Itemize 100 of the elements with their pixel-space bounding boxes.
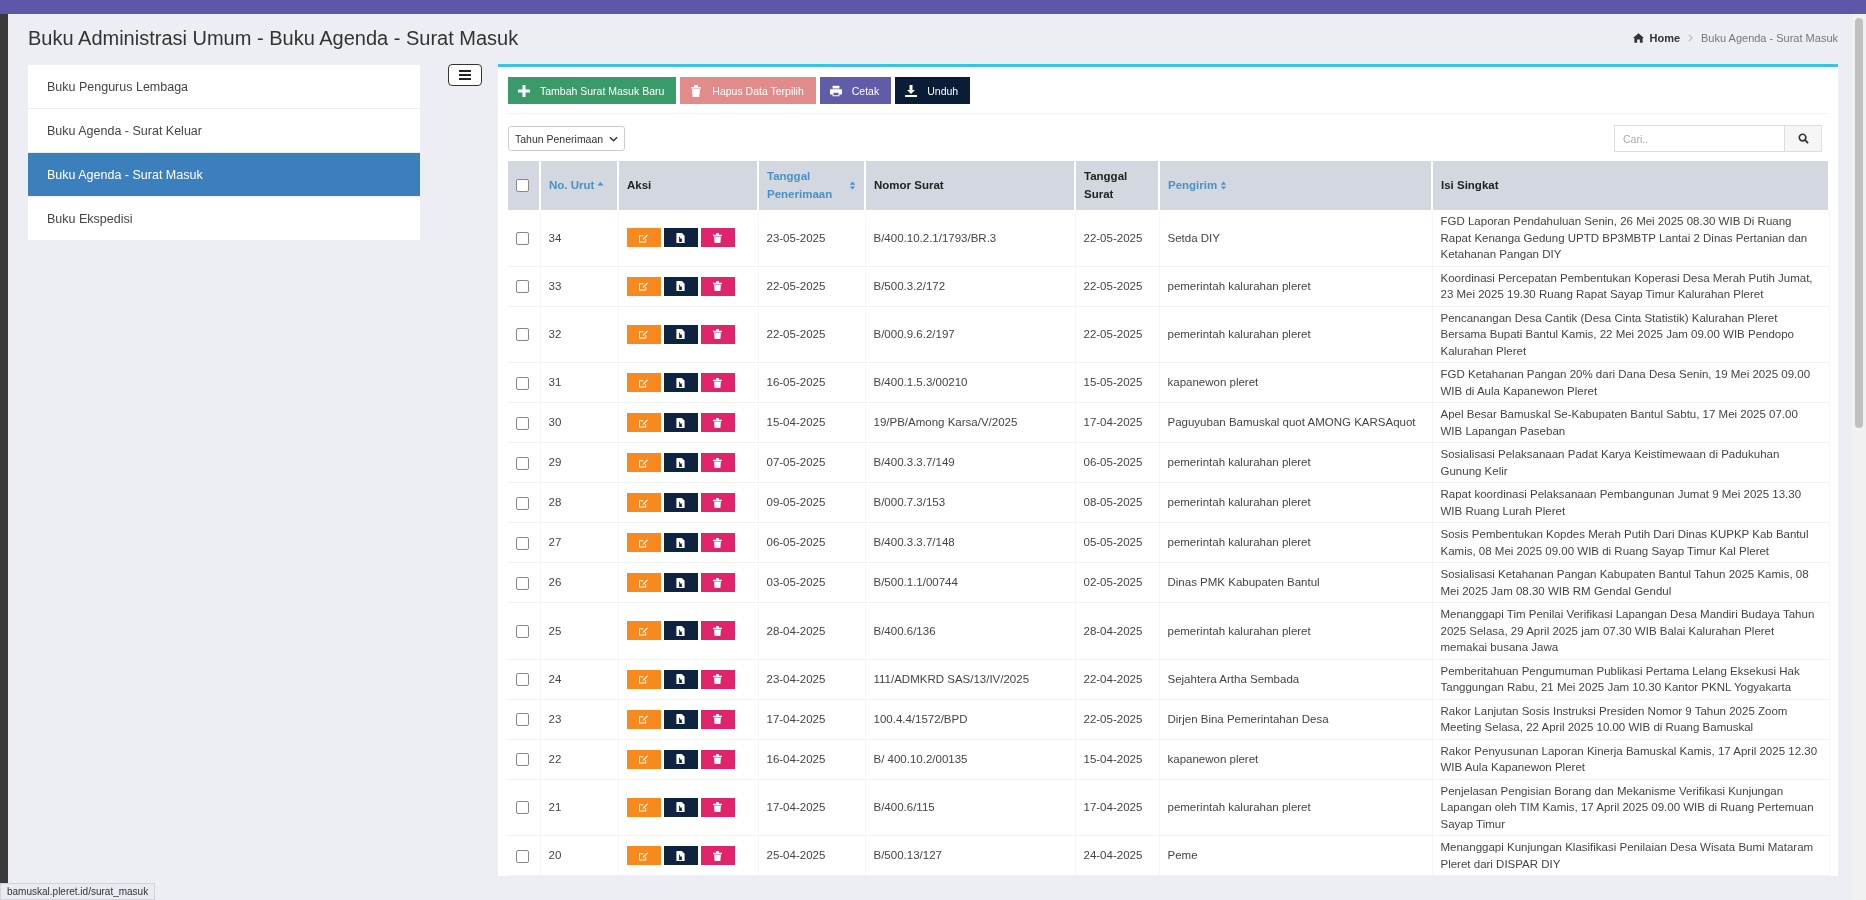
table-cell: 19/PB/Among Karsa/V/2025 [873,416,1018,429]
row-checkbox[interactable] [516,231,529,245]
document-button[interactable] [663,413,698,432]
table-cell: Dinas PMK Kabupaten Bantul [1167,576,1320,589]
delete-button[interactable] [700,228,735,248]
table-cell: 17-04-2025 [1083,416,1143,429]
row-checkbox[interactable] [516,376,529,390]
delete-button[interactable] [700,797,735,817]
sidebar-item[interactable]: Buku Pengurus Lembaga [28,64,420,108]
row-checkbox[interactable] [516,280,529,294]
table-cell: 15-05-2025 [1083,376,1143,389]
document-button[interactable] [663,533,698,552]
document-button[interactable] [663,621,698,641]
table-cell: pemerintah kalurahan pleret [1167,328,1311,340]
table-cell: Penjelasan Pengisian Borang dan Mekanisme Verifikasi Kunjungan Lapangan oleh TIM Kamis, 17 April 2025 09.00 WIB di Ruang Pertemuan Sayap Timur [1440,784,1814,830]
trash-icon [713,457,722,468]
table-cell: pemerintah kalurahan pleret [1167,801,1311,813]
row-checkbox[interactable] [516,624,529,638]
toolbar-button[interactable]: Unduh [895,77,971,104]
document-button[interactable] [663,276,698,296]
trash-icon [713,625,722,636]
document-button[interactable] [663,669,698,689]
document-button[interactable] [663,228,698,248]
table-cell: Sosialisasi Pelaksanaan Padat Karya Keistimewaan di Padukuhan Gunung Kelir [1440,448,1780,477]
row-checkbox[interactable] [516,536,529,550]
document-icon [676,625,685,636]
document-button[interactable] [663,453,698,472]
sidebar-item[interactable]: Buku Agenda - Surat Masuk [28,152,420,196]
delete-button[interactable] [700,749,735,769]
toolbar-button[interactable]: Cetak [819,77,892,104]
edit-icon [639,754,648,764]
row-checkbox[interactable] [516,328,529,342]
chevron-icon [1688,34,1694,42]
table-cell: B/500.3.2/172 [873,279,946,292]
document-icon [676,754,685,764]
table-cell: 03-05-2025 [766,576,826,589]
delete-button[interactable] [700,709,735,729]
trash-icon [713,377,722,388]
table-cell: 30 [548,416,562,429]
document-icon [676,802,685,813]
row-checkbox[interactable] [516,849,529,863]
trash-icon [690,84,703,97]
row-checkbox[interactable] [516,416,529,430]
row-checkbox[interactable] [516,753,529,767]
row-checkbox[interactable] [516,496,529,510]
menu-icon [459,70,471,80]
edit-icon [639,802,648,813]
year-filter-dropdown[interactable]: Tahun Penerimaan [508,126,626,151]
delete-button[interactable] [700,453,735,472]
document-button[interactable] [663,846,698,865]
edit-icon [639,674,648,684]
search-button[interactable] [1785,125,1822,152]
delete-button[interactable] [700,373,735,392]
row-checkbox[interactable] [516,456,529,470]
table-cell: B/400.1.5.3/00210 [873,376,968,389]
document-button[interactable] [663,709,698,729]
table-cell: Dirjen Bina Pemerintahan Desa [1167,712,1329,725]
delete-button[interactable] [700,621,735,641]
row-checkbox[interactable] [516,801,529,815]
document-button[interactable] [663,324,698,344]
document-button[interactable] [663,749,698,769]
table-cell: 25-04-2025 [766,849,826,862]
search-field[interactable]: Cari.. [1614,125,1785,152]
toolbar-button[interactable]: Tambah Surat Masuk Baru [508,77,677,104]
table-cell: B/ 400.10.2/00135 [873,752,968,765]
document-button[interactable] [663,797,698,817]
table-cell: 28 [548,496,562,509]
delete-button[interactable] [700,669,735,689]
row-checkbox[interactable] [516,713,529,727]
table-cell: Setda DIY [1167,231,1220,244]
document-button[interactable] [663,573,698,592]
page-title: Buku Administrasi Umum - Buku Agenda - Surat Masuk [28,26,519,50]
document-icon [676,674,685,684]
delete-button[interactable] [700,493,735,512]
trash-icon [713,802,722,813]
delete-button[interactable] [700,846,735,865]
row-checkbox[interactable] [516,576,529,590]
row-checkbox[interactable] [516,673,529,687]
delete-button[interactable] [700,533,735,552]
table-cell: 24 [548,672,562,685]
breadcrumb-link[interactable]: Home [1649,32,1681,44]
table-cell: 23-05-2025 [766,231,826,244]
table-cell: 29 [548,456,562,469]
delete-button[interactable] [700,573,735,592]
document-icon [676,497,685,508]
table-cell: 16-05-2025 [766,376,826,389]
menu-toggle-button[interactable] [448,64,482,86]
document-button[interactable] [663,493,698,512]
table-cell: 22-05-2025 [1083,712,1143,725]
select-all-checkbox[interactable] [516,179,529,193]
delete-button[interactable] [700,413,735,432]
table-cell: B/000.7.3/153 [873,496,946,509]
edit-icon [639,577,648,588]
sidebar-item[interactable]: Buku Ekspedisi [28,196,420,240]
edit-icon [639,281,648,291]
table-cell: 23-04-2025 [766,672,826,685]
delete-button[interactable] [700,324,735,344]
delete-button[interactable] [700,276,735,296]
document-button[interactable] [663,373,698,392]
table-cell: B/400.6/136 [873,624,936,637]
